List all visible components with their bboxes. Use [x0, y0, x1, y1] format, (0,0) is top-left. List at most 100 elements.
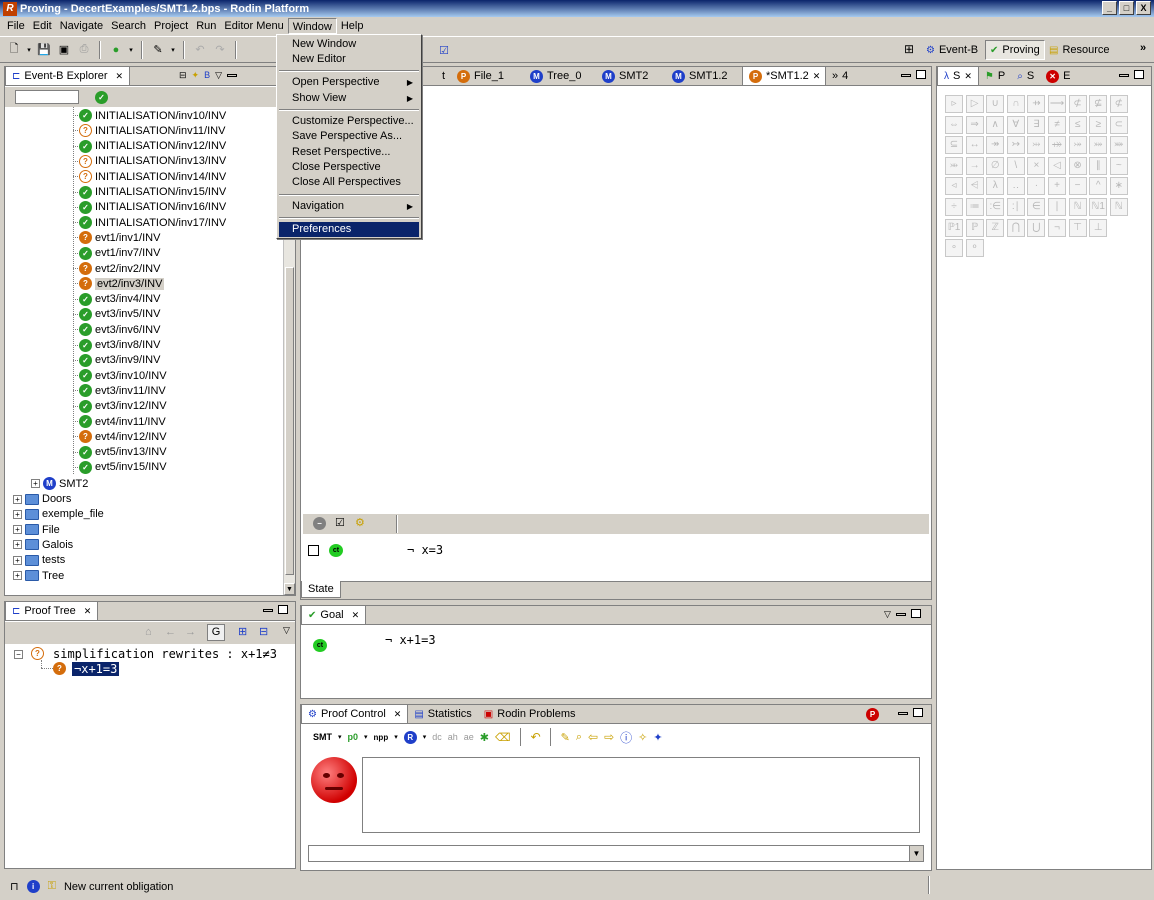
obligation-item[interactable]: ✓ evt3/inv12/INV	[73, 399, 167, 414]
symbol-button[interactable]: +	[1048, 177, 1066, 196]
dropdown-arrow-icon[interactable]: ▾	[423, 733, 427, 741]
machine-item[interactable]: + M SMT2	[31, 476, 88, 491]
new-component-icon[interactable]: B	[204, 70, 210, 81]
obligation-item[interactable]: ? evt2/inv3/INV	[73, 276, 165, 291]
tab-s[interactable]: ⌕ S	[1011, 67, 1040, 85]
proof-child-node[interactable]: ¬x+1=3	[72, 662, 120, 676]
editor-tabs-overflow[interactable]: » 4	[826, 67, 866, 85]
close-tab-icon[interactable]: ✕	[116, 71, 124, 82]
symbol-button[interactable]: ↠	[986, 136, 1005, 155]
obligation-item[interactable]: ✓ evt3/inv8/INV	[73, 338, 160, 353]
symbol-button[interactable]: ℙ1	[945, 218, 963, 237]
next-icon[interactable]: ⇨	[604, 730, 614, 744]
obligation-item[interactable]: ? evt2/inv2/INV	[73, 261, 160, 276]
select-all-icon[interactable]: ☑	[335, 516, 345, 529]
undo-icon[interactable]: ↶	[531, 730, 541, 744]
symbol-button[interactable]: ⇔	[945, 115, 963, 134]
symbol-button[interactable]: ⊥	[1089, 218, 1108, 237]
minimize-view-icon[interactable]	[263, 609, 273, 612]
menu-help[interactable]: Help	[337, 18, 368, 34]
close-tab-icon[interactable]: ✕	[84, 606, 92, 617]
info-icon[interactable]: ⓘ	[620, 729, 632, 746]
symbol-button[interactable]: ⊈	[1089, 95, 1108, 113]
redo-icon[interactable]: ↷	[212, 42, 228, 58]
editor-tab-smt1-2-proof[interactable]: P *SMT1.2 ✕	[742, 66, 826, 85]
obligation-item[interactable]: ? INITIALISATION/inv14/INV	[73, 169, 226, 184]
tab-rodin-problems[interactable]: ▣ Rodin Problems	[478, 705, 582, 723]
proof-root-node[interactable]: simplification rewrites : x+1≠3	[53, 647, 277, 661]
symbol-button[interactable]: ⤗	[1089, 136, 1108, 155]
remove-hyp-icon[interactable]: −	[313, 517, 326, 530]
maximize-view-icon[interactable]	[1134, 70, 1144, 79]
symbol-button[interactable]: ▷	[965, 95, 984, 113]
combo-dropdown-icon[interactable]: ▼	[909, 846, 923, 861]
dropdown-arrow-icon[interactable]: ▾	[364, 733, 368, 741]
obligation-item[interactable]: ? evt4/inv12/INV	[73, 429, 167, 444]
expand-node-icon[interactable]: +	[13, 525, 22, 535]
smt-button[interactable]: SMT	[313, 732, 332, 742]
close-tab-icon[interactable]: ✕	[394, 709, 402, 720]
obligation-item[interactable]: ✓ evt5/inv15/INV	[73, 460, 167, 475]
symbol-button[interactable]: :∈	[986, 198, 1005, 216]
symbol-button[interactable]: ·	[1027, 177, 1046, 196]
menu-navigation[interactable]: Navigation ▶	[279, 199, 419, 214]
symbol-button[interactable]: ∩	[1006, 95, 1025, 113]
ae-button[interactable]: ae	[464, 732, 474, 742]
symbol-button[interactable]: ≥	[1089, 115, 1108, 134]
obligation-item[interactable]: ✓ INITIALISATION/inv10/INV	[73, 108, 226, 123]
view-menu-icon[interactable]: ▽	[283, 625, 290, 636]
menu-preferences[interactable]: Preferences	[279, 222, 419, 237]
symbol-button[interactable]: ⊆	[945, 136, 963, 155]
symbol-button[interactable]: ⩤	[965, 177, 984, 196]
filter-discharged-icon[interactable]: ✓	[95, 91, 108, 104]
tab-e[interactable]: ✕ E	[1040, 67, 1076, 85]
symbol-button[interactable]: −	[1068, 177, 1087, 196]
symbol-button[interactable]: ⊂	[1109, 115, 1128, 134]
symbol-button[interactable]: ℙ	[965, 218, 984, 237]
symbol-button[interactable]: ∘	[945, 239, 963, 258]
menu-customize-perspective[interactable]: Customize Perspective...	[279, 114, 419, 129]
maximize-view-icon[interactable]	[916, 70, 926, 79]
tab-p[interactable]: ⚑ P	[979, 67, 1011, 85]
minimize-view-icon[interactable]	[895, 613, 906, 616]
obligation-item[interactable]: ✓ evt3/inv11/INV	[73, 383, 166, 398]
rodin-logo-icon[interactable]: P	[866, 708, 879, 721]
scroll-thumb[interactable]	[285, 267, 294, 575]
tab-goal[interactable]: ✔ Goal ✕	[301, 605, 367, 624]
obligation-item[interactable]: ✓ INITIALISATION/inv17/INV	[73, 215, 226, 230]
obligation-item[interactable]: ? INITIALISATION/inv13/INV	[73, 154, 226, 169]
checkbox-toolbar-icon[interactable]: ☑	[436, 42, 452, 58]
search-icon[interactable]: ⌕	[576, 731, 582, 744]
menu-open-perspective[interactable]: Open Perspective ▶	[279, 75, 419, 90]
symbol-button[interactable]: ≤	[1068, 115, 1087, 134]
dropdown-arrow-icon[interactable]: ▾	[170, 42, 176, 58]
obligation-item[interactable]: ✓ evt1/inv7/INV	[73, 246, 160, 261]
symbol-button[interactable]: ℕ1	[1089, 198, 1108, 216]
menu-show-view[interactable]: Show View ▶	[279, 91, 419, 106]
collapse-all-icon[interactable]: ⊟	[179, 70, 187, 81]
minimize-view-icon[interactable]	[898, 712, 908, 715]
maximize-view-icon[interactable]	[278, 605, 288, 614]
symbol-button[interactable]: λ	[986, 177, 1005, 196]
symbol-button[interactable]: ¬	[1048, 218, 1066, 237]
symbol-button[interactable]: ∀	[1006, 115, 1025, 134]
save-icon[interactable]: 💾	[36, 42, 52, 58]
expand-node-icon[interactable]: +	[13, 509, 22, 519]
dropdown-arrow-icon[interactable]: ▾	[338, 733, 342, 741]
symbol-button[interactable]: ⊄	[1068, 95, 1087, 113]
menu-file[interactable]: File	[3, 18, 29, 34]
menu-reset-perspective[interactable]: Reset Perspective...	[279, 145, 419, 160]
hypothesis-checkbox[interactable]	[308, 545, 319, 556]
back-icon[interactable]: ←	[165, 626, 176, 638]
obligation-item[interactable]: ✓ evt3/inv9/INV	[73, 353, 160, 368]
tab-statistics[interactable]: ▤ Statistics	[408, 705, 477, 723]
menu-window[interactable]: Window	[287, 18, 337, 34]
close-tab-icon[interactable]: ✕	[964, 71, 972, 82]
previous-icon[interactable]: ⇦	[588, 730, 598, 744]
minimize-button[interactable]: _	[1102, 1, 1117, 15]
dropdown-arrow-icon[interactable]: ▾	[128, 42, 134, 58]
close-tab-icon[interactable]: ✕	[352, 610, 360, 621]
symbol-button[interactable]: ⋃	[1027, 218, 1046, 237]
perspective-overflow-button[interactable]: »	[1140, 42, 1146, 54]
obligation-item[interactable]: ✓ INITIALISATION/inv16/INV	[73, 200, 226, 215]
